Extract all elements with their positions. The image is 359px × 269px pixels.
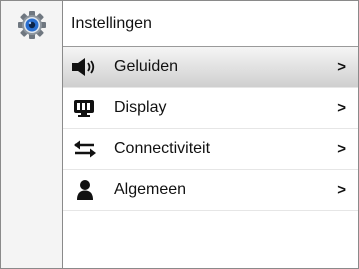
menu-item-algemeen[interactable]: Algemeen > (63, 170, 358, 211)
arrows-icon (70, 138, 100, 160)
speaker-icon (70, 56, 100, 78)
settings-menu: Geluiden > Display > Connectiviteit > Al… (63, 47, 358, 211)
menu-item-connectiviteit[interactable]: Connectiviteit > (63, 129, 358, 170)
chevron-right-icon: > (337, 140, 346, 158)
chevron-right-icon: > (337, 58, 346, 76)
header-bar: Instellingen (63, 1, 358, 47)
chevron-right-icon: > (337, 99, 346, 117)
menu-item-label: Connectiviteit (114, 140, 211, 157)
settings-gear-icon (17, 10, 47, 40)
menu-item-label: Display (114, 99, 167, 116)
person-icon (70, 179, 100, 201)
menu-item-geluiden[interactable]: Geluiden > (63, 47, 358, 88)
side-panel (1, 1, 63, 268)
page-title: Instellingen (71, 15, 152, 32)
menu-item-label: Algemeen (114, 181, 187, 198)
monitor-icon (70, 97, 100, 119)
settings-window: Instellingen Geluiden > Display > Connec… (0, 0, 359, 269)
chevron-right-icon: > (337, 181, 346, 199)
menu-item-label: Geluiden (114, 58, 179, 75)
menu-item-display[interactable]: Display > (63, 88, 358, 129)
